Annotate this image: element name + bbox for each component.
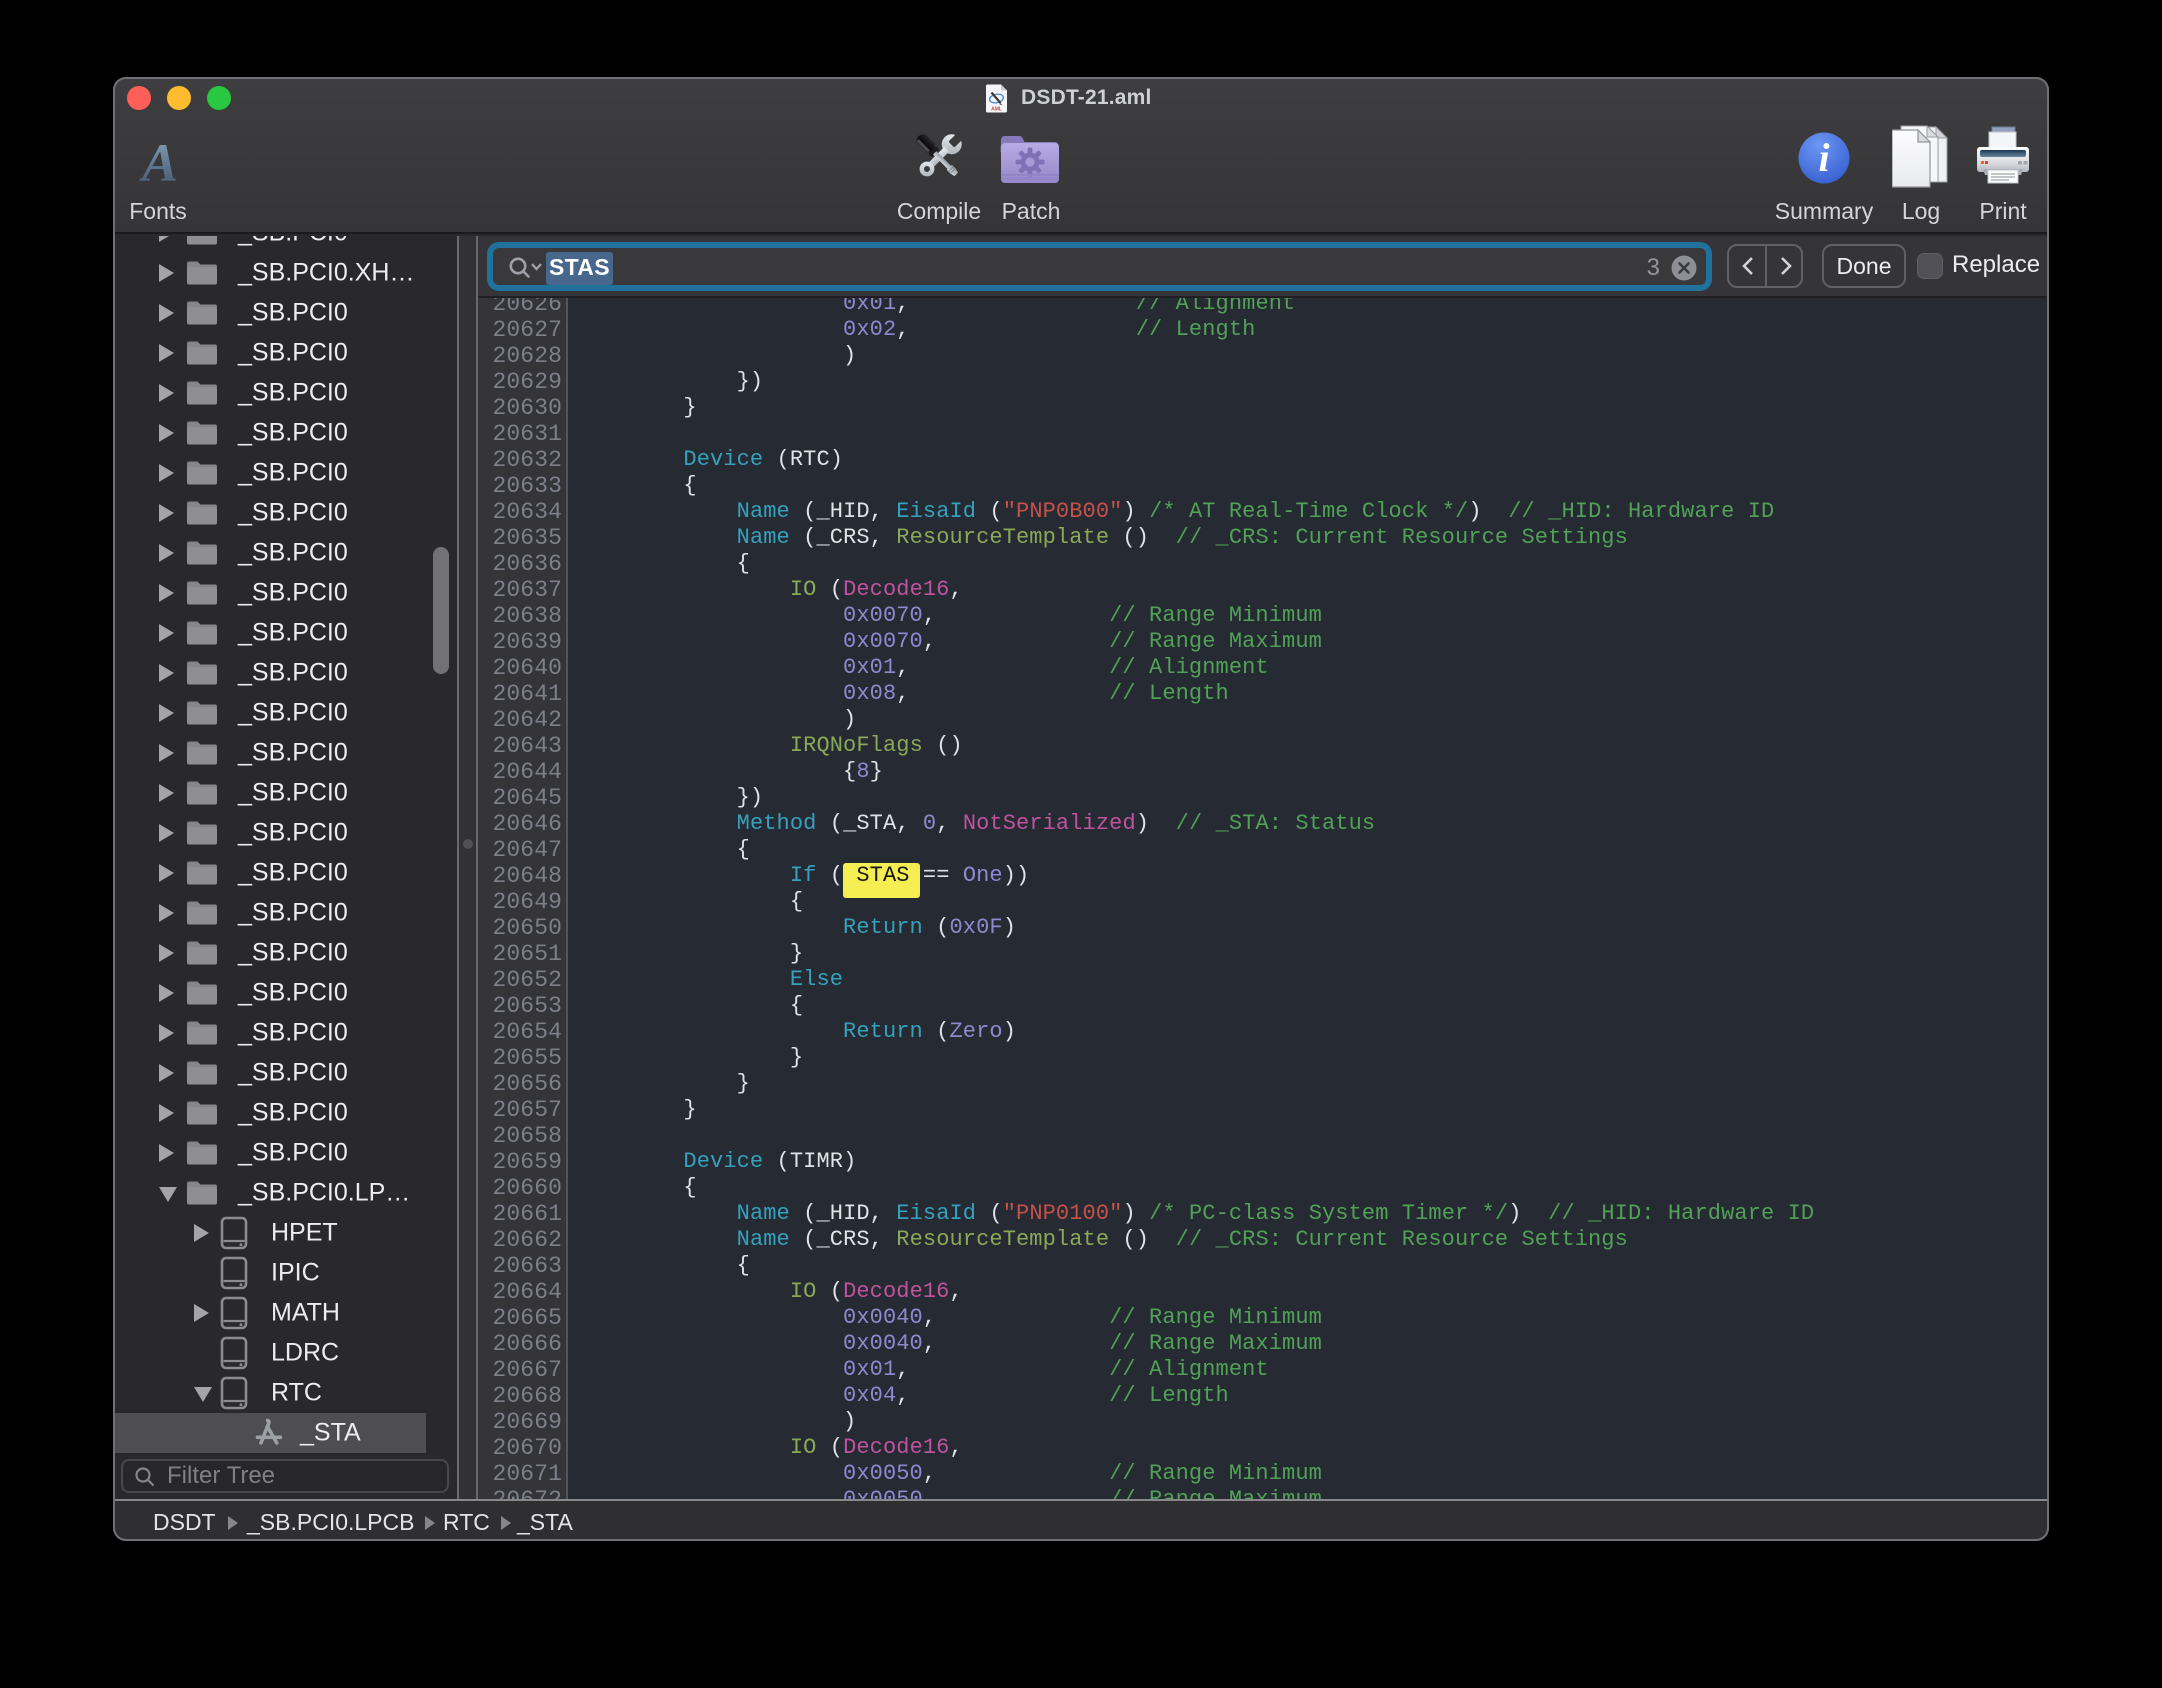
svg-text:A: A	[139, 136, 178, 188]
svg-text:AML: AML	[991, 107, 1002, 113]
svg-text:i: i	[1818, 135, 1829, 180]
